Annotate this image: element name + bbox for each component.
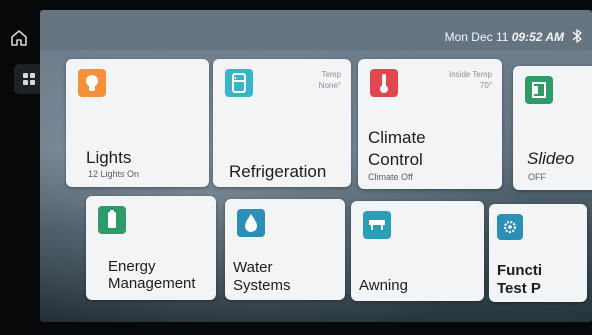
- water-drop-icon: [237, 209, 265, 237]
- bulb-icon: [78, 69, 106, 97]
- tile-subtitle: Climate Off: [368, 172, 413, 182]
- awning-icon: [363, 211, 391, 239]
- tile-corner-readout: Temp None°: [319, 69, 341, 91]
- tile-title-line2: Systems: [233, 277, 291, 294]
- tile-climate-control[interactable]: Inside Temp 70° Climate Control Climate …: [358, 59, 502, 189]
- tile-subtitle: OFF: [528, 172, 546, 182]
- tile-awning[interactable]: Awning: [351, 201, 484, 301]
- datetime: Mon Dec 11 09:52 AM: [445, 30, 564, 44]
- sidebar: [0, 0, 78, 335]
- tile-title-line2: Control: [368, 150, 423, 169]
- tile-title: Lights: [86, 148, 132, 167]
- tile-function-test[interactable]: Functi Test P: [489, 204, 587, 302]
- tile-lights[interactable]: Lights 12 Lights On: [66, 59, 209, 187]
- settings-icon: [497, 214, 523, 240]
- corner-value: 70°: [479, 81, 492, 90]
- corner-value: None°: [318, 81, 341, 90]
- main-screen: Mon Dec 11 09:52 AM Lights 12 Lights On …: [40, 10, 592, 322]
- bluetooth-icon[interactable]: [570, 28, 584, 44]
- tile-slideouts[interactable]: Slideo OFF: [513, 66, 592, 190]
- tile-subtitle: 12 Lights On: [88, 169, 140, 179]
- tile-title-line1: Climate: [368, 128, 426, 147]
- corner-label: Inside Temp: [449, 70, 492, 79]
- corner-label: Temp: [321, 70, 341, 79]
- tile-title-line2: Management: [108, 275, 196, 292]
- tile-corner-readout: Inside Temp 70°: [449, 69, 492, 91]
- tile-title-line2: Test P: [497, 280, 541, 297]
- time-text: 09:52 AM: [511, 30, 564, 44]
- date-text: Mon Dec 11: [444, 30, 509, 44]
- tile-title-line1: Energy: [108, 258, 156, 275]
- device-frame: Mon Dec 11 09:52 AM Lights 12 Lights On …: [0, 0, 592, 335]
- tile-title-line1: Water: [233, 259, 273, 276]
- tile-title: Awning: [359, 277, 408, 294]
- home-icon[interactable]: [9, 28, 29, 48]
- tile-title-line1: Functi: [497, 262, 542, 279]
- thermometer-icon: [370, 69, 398, 97]
- tile-title: Refrigeration: [229, 162, 327, 181]
- tile-water-systems[interactable]: Water Systems: [225, 199, 345, 300]
- tile-title: Slideo: [527, 149, 575, 168]
- tile-refrigeration[interactable]: Temp None° Refrigeration: [213, 59, 351, 187]
- slideout-icon: [525, 76, 553, 104]
- tile-energy-management[interactable]: Energy Management: [86, 196, 216, 300]
- fridge-icon: [225, 69, 253, 97]
- battery-icon: [98, 206, 126, 234]
